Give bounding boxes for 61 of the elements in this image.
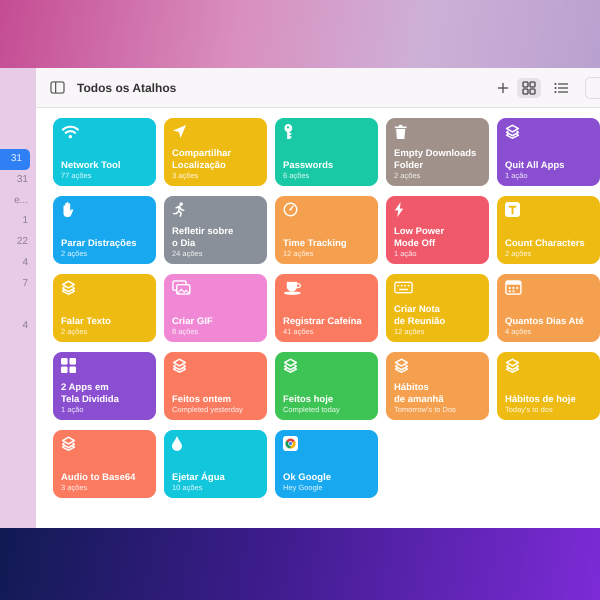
shortcut-title: Criar Nota de Reunião bbox=[394, 304, 446, 327]
four-squares-icon bbox=[61, 358, 76, 373]
shortcut-title: Time Tracking bbox=[283, 238, 347, 249]
sidebar-item[interactable]: 7 bbox=[0, 274, 36, 295]
shortcut-title: Empty Downloads Folder bbox=[394, 148, 476, 171]
grid-icon bbox=[522, 80, 536, 94]
gauge-icon bbox=[283, 202, 298, 217]
shortcut-title: Ok Google bbox=[283, 472, 332, 483]
shortcut-title: 2 Apps em Tela Dividida bbox=[61, 382, 119, 405]
sidebar-item[interactable]: 4 bbox=[0, 252, 36, 274]
shortcut-title: Network Tool bbox=[61, 160, 120, 171]
sidebar-item[interactable]: 31 bbox=[0, 149, 30, 170]
browser-logo-icon bbox=[283, 436, 298, 451]
sidebar-item[interactable]: 1 bbox=[0, 211, 36, 232]
layers-icon bbox=[505, 358, 520, 373]
layers-icon bbox=[283, 358, 298, 373]
list-icon bbox=[554, 82, 568, 94]
shortcut-title: Hábitos de hoje bbox=[505, 394, 576, 405]
coffee-cup-icon bbox=[283, 280, 302, 295]
shortcut-title: Hábitos de amanhã bbox=[394, 382, 445, 405]
running-person-icon bbox=[172, 202, 187, 217]
window-title: Todos os Atalhos bbox=[77, 80, 176, 94]
shortcut-title: Criar GIF bbox=[172, 316, 213, 327]
shortcut-title: Low Power Mode Off bbox=[394, 226, 444, 249]
shortcut-title: Registrar Cafeína bbox=[283, 316, 362, 327]
search-field[interactable] bbox=[585, 76, 600, 98]
shortcut-title: Quantos Dias Até bbox=[505, 316, 584, 327]
hand-icon bbox=[61, 202, 74, 217]
shortcut-title: Passwords bbox=[283, 160, 334, 171]
keyboard-icon bbox=[394, 280, 413, 295]
shortcut-title: Compartilhar Localização bbox=[172, 148, 232, 171]
layers-icon bbox=[61, 436, 76, 451]
calendar-icon bbox=[505, 280, 522, 295]
layers-icon bbox=[505, 124, 520, 139]
sidebar-item[interactable]: 22 bbox=[0, 232, 36, 253]
layers-icon bbox=[394, 358, 409, 373]
shortcut-title: Falar Texto bbox=[61, 316, 111, 327]
trash-icon bbox=[394, 124, 408, 139]
shortcut-title: Ejetar Água bbox=[172, 472, 225, 483]
photos-icon bbox=[172, 280, 191, 295]
sidebar-item[interactable]: e... bbox=[0, 190, 36, 212]
sidebar-item[interactable]: 31 bbox=[0, 170, 36, 191]
shortcut-title: Quit All Apps bbox=[505, 160, 564, 171]
sidebar-toggle-icon[interactable] bbox=[50, 81, 65, 94]
wifi-icon bbox=[61, 124, 80, 139]
sidebar-item[interactable]: 4 bbox=[0, 316, 36, 336]
layers-icon bbox=[172, 358, 187, 373]
lightning-bolt-icon bbox=[394, 202, 404, 217]
layers-icon bbox=[61, 280, 76, 295]
shortcut-title: Feitos ontem bbox=[172, 394, 232, 405]
shortcut-title: Parar Distrações bbox=[61, 238, 137, 249]
view-button[interactable] bbox=[517, 78, 541, 98]
key-icon bbox=[283, 124, 293, 139]
text-icon bbox=[505, 202, 520, 217]
location-arrow-icon bbox=[172, 124, 187, 139]
shortcut-title: Audio to Base64 bbox=[61, 472, 136, 483]
add-icon[interactable] bbox=[497, 82, 509, 94]
shortcut-title: Count Characters bbox=[505, 238, 585, 249]
shortcut-title: Feitos hoje bbox=[283, 394, 334, 405]
shortcut-title: Refletir sobre o Dia bbox=[172, 226, 234, 249]
water-drop-icon bbox=[172, 436, 182, 451]
